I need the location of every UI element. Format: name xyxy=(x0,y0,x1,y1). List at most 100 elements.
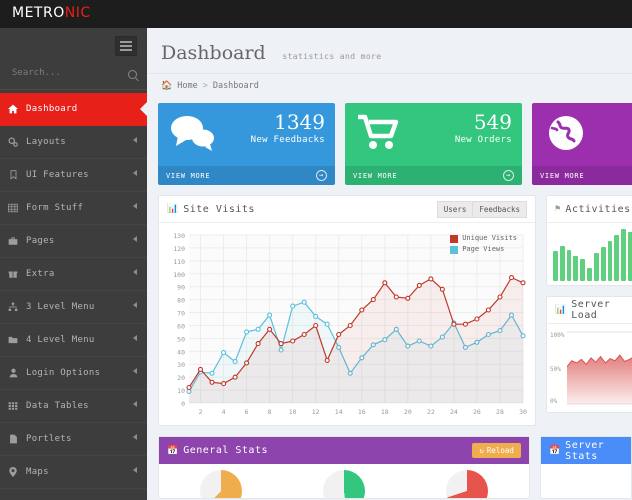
stat-tile-2[interactable]: VIEW MORE→ xyxy=(532,103,632,185)
server-load-chart: 100% 50% 0% xyxy=(547,324,632,412)
sidebar-item-login-options[interactable]: Login Options xyxy=(0,357,147,390)
search-input[interactable] xyxy=(12,68,117,78)
chevron-right-icon xyxy=(133,170,137,176)
sidebar-item-portlets[interactable]: Portlets xyxy=(0,423,147,456)
site-visits-chart: 0 10 20 30 40 50 60 70 80 90 100 110 120 130 2 4 6 8 10 12 1… xyxy=(159,223,535,425)
stat-tile-1[interactable]: 549 New Orders VIEW MORE → xyxy=(345,103,522,185)
legend-swatch xyxy=(450,245,459,254)
sidebar-item-4-level-menu[interactable]: 4 Level Menu xyxy=(0,324,147,357)
gears-icon xyxy=(0,137,26,147)
tab-users[interactable]: Users xyxy=(436,200,474,218)
arrow-circle-right-icon: → xyxy=(503,170,514,181)
brand-logo[interactable]: METRONIC xyxy=(12,5,91,21)
sidebar-item-dashboard[interactable]: Dashboard xyxy=(0,93,147,126)
sidebar-item-label: Login Options xyxy=(26,368,101,378)
activities-bar xyxy=(614,234,620,281)
svg-text:18: 18 xyxy=(381,408,389,416)
sidebar-item-label: Form Stuff xyxy=(26,203,84,213)
line-chart-svg: 01020304050607080901001101201302 4 6 8 10 12 1… xyxy=(173,232,527,416)
file-icon xyxy=(0,434,26,444)
bookmark-icon xyxy=(0,170,26,180)
stat-tile-body xyxy=(532,103,632,166)
svg-text:20: 20 xyxy=(404,408,412,416)
svg-text:60: 60 xyxy=(177,322,185,330)
sidebar-item-label: Data Tables xyxy=(26,401,89,411)
sidebar-item-label: Maps xyxy=(26,467,49,477)
hamburger-line xyxy=(120,45,132,47)
breadcrumb: 🏠 Home > Dashboard xyxy=(147,73,632,98)
arrow-circle-right-icon: → xyxy=(316,170,327,181)
sidebar-item-label: Portlets xyxy=(26,434,72,444)
sidebar-item-label: Pages xyxy=(26,236,55,246)
server-load-label-bottom: 0% xyxy=(550,398,558,405)
activities-bar xyxy=(553,250,558,281)
sidebar-item-label: Layouts xyxy=(26,137,67,147)
server-load-panel: 📊 Server Load 100% 50% 0% xyxy=(546,296,632,413)
stat-tile-footer[interactable]: VIEW MORE→ xyxy=(158,166,335,185)
comments-icon xyxy=(166,109,218,157)
bar-chart-icon: 📊 xyxy=(167,204,179,214)
svg-text:12: 12 xyxy=(312,408,320,416)
server-load-label-mid: 50% xyxy=(550,366,561,373)
sidebar-toggle-button[interactable] xyxy=(115,36,137,56)
calendar-icon: 📅 xyxy=(167,445,179,456)
svg-text:30: 30 xyxy=(519,408,527,416)
activities-bar xyxy=(559,245,565,281)
dashboard-page: METRONIC Dashboard Layouts UI Features Form… xyxy=(0,0,632,500)
activities-bar xyxy=(628,232,632,281)
svg-text:2: 2 xyxy=(199,408,203,416)
home-icon xyxy=(0,104,26,114)
donut-chart-green xyxy=(322,470,365,498)
legend-item-0: Unique Visits xyxy=(450,233,517,244)
sidebar-item-label: 3 Level Menu xyxy=(26,302,95,312)
briefcase-icon xyxy=(0,236,26,246)
dashboard-row-2: 📅 General Stats ↻ Reload 📅 Server Stats xyxy=(147,426,632,499)
chevron-right-icon xyxy=(133,302,137,308)
activities-chart xyxy=(547,223,632,285)
page-header: Dashboard statistics and more xyxy=(147,28,632,64)
general-stats-title: General Stats xyxy=(183,445,268,456)
breadcrumb-home[interactable]: Home xyxy=(177,81,197,91)
svg-text:70: 70 xyxy=(177,310,185,318)
chevron-right-icon xyxy=(133,467,137,473)
general-stats-body xyxy=(159,464,529,498)
site-visits-title: Site Visits xyxy=(183,203,255,215)
sidebar-item-label: 4 Level Menu xyxy=(26,335,95,345)
sidebar-item-3-level-menu[interactable]: 3 Level Menu xyxy=(0,291,147,324)
top-bar: METRONIC xyxy=(0,0,632,28)
activities-bar xyxy=(607,240,613,281)
stat-tile-footer[interactable]: VIEW MORE → xyxy=(345,166,522,185)
site-visits-tabs: Users Feedbacks xyxy=(436,200,527,218)
globe-icon xyxy=(540,109,592,157)
svg-text:6: 6 xyxy=(245,408,249,416)
activities-bar xyxy=(600,246,606,281)
sidebar-item-ui-features[interactable]: UI Features xyxy=(0,159,147,192)
activities-header: ⚑ Activities xyxy=(547,196,632,223)
tab-feedbacks[interactable]: Feedbacks xyxy=(473,200,527,218)
server-stats-title: Server Stats xyxy=(565,439,605,462)
view-more-label: VIEW MORE xyxy=(353,171,398,180)
activities-bar xyxy=(580,259,586,281)
server-load-label-top: 100% xyxy=(550,332,565,339)
sidebar-item-pages[interactable]: Pages xyxy=(0,225,147,258)
stat-tile-footer[interactable]: VIEW MORE→ xyxy=(532,166,632,185)
sidebar-item-maps[interactable]: Maps xyxy=(0,456,147,489)
server-stats-header: 📅 Server Stats xyxy=(540,437,631,464)
sidebar-item-extra[interactable]: Extra xyxy=(0,258,147,291)
activities-panel: ⚑ Activities xyxy=(546,195,632,286)
sidebar-item-layouts[interactable]: Layouts xyxy=(0,126,147,159)
sidebar-item-form-stuff[interactable]: Form Stuff xyxy=(0,192,147,225)
general-stats-header: 📅 General Stats ↻ Reload xyxy=(159,437,529,464)
svg-text:10: 10 xyxy=(177,387,185,395)
user-icon xyxy=(0,368,26,378)
legend-label: Page Views xyxy=(462,245,505,253)
sidebar-item-data-tables[interactable]: Data Tables xyxy=(0,390,147,423)
search-icon[interactable] xyxy=(128,70,137,79)
reload-button[interactable]: ↻ Reload xyxy=(472,443,521,458)
svg-text:26: 26 xyxy=(473,408,481,416)
brand-logo-dark: METRO xyxy=(12,5,65,21)
svg-text:130: 130 xyxy=(173,232,185,240)
svg-text:24: 24 xyxy=(450,408,458,416)
stat-tile-0[interactable]: 1349 New Feedbacks VIEW MORE → xyxy=(158,103,335,185)
sidebar-item-visual-charts[interactable]: Visual Charts xyxy=(0,489,147,500)
